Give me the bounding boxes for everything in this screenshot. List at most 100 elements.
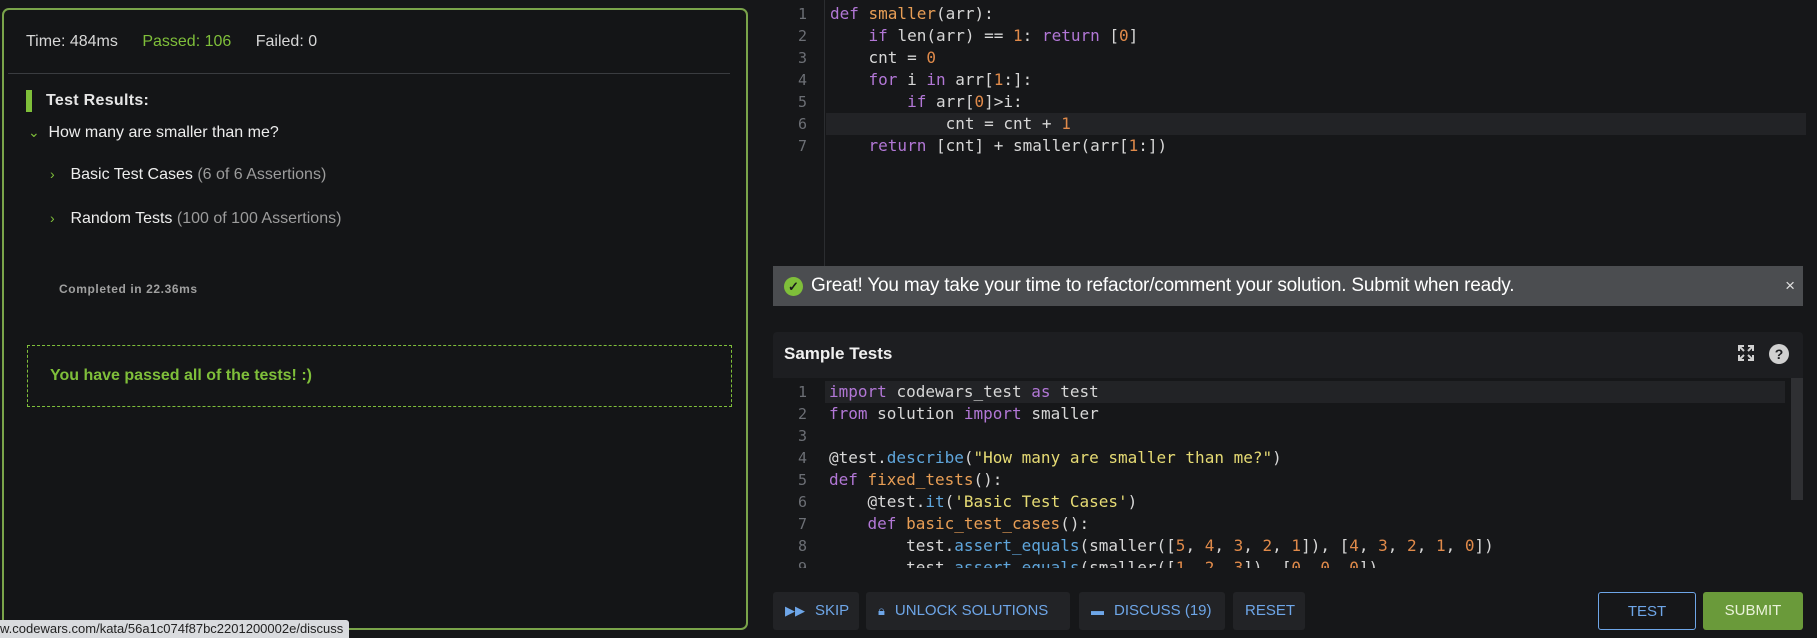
- lock-icon: 🔒︎: [878, 603, 885, 618]
- scrollbar[interactable]: [1791, 378, 1803, 500]
- code-token: def: [867, 514, 907, 533]
- code-token: len(arr) ==: [897, 26, 1014, 45]
- code-token: 3: [1233, 558, 1244, 568]
- code-token: 2: [1262, 536, 1273, 555]
- close-icon[interactable]: ×: [1785, 266, 1795, 306]
- code-token: 4: [1204, 536, 1215, 555]
- sample-tests-title: Sample Tests: [784, 344, 893, 363]
- success-banner: ✓ Great! You may take your time to refac…: [773, 266, 1803, 306]
- code-token: test.: [829, 536, 955, 555]
- code-line[interactable]: from solution import smaller: [829, 403, 1099, 425]
- code-token: if: [907, 92, 936, 111]
- code-line[interactable]: cnt = cnt + 1: [830, 113, 1071, 135]
- code-token: 1: [1128, 136, 1139, 155]
- test-button[interactable]: TEST: [1598, 592, 1696, 630]
- code-token: ,: [1214, 558, 1234, 568]
- code-token: ]): [1474, 536, 1494, 555]
- code-token: cnt = cnt +: [830, 114, 1062, 133]
- code-line[interactable]: def basic_test_cases():: [829, 513, 1090, 535]
- reset-button[interactable]: RESET: [1233, 592, 1305, 630]
- code-token: 5: [1175, 536, 1186, 555]
- code-token: @test.: [829, 492, 926, 511]
- results-title: Test Results:: [26, 90, 149, 112]
- code-line[interactable]: import codewars_test as test: [829, 381, 1099, 403]
- line-number: 4: [797, 71, 807, 89]
- code-token: 1: [1291, 536, 1302, 555]
- code-token: for: [868, 70, 908, 89]
- code-token: ,: [1214, 536, 1234, 555]
- code-line[interactable]: def smaller(arr):: [830, 3, 994, 25]
- code-token: ]>i:: [984, 92, 1023, 111]
- code-token: codewars_test: [896, 382, 1032, 401]
- code-line[interactable]: @test.describe("How many are smaller tha…: [829, 447, 1282, 469]
- code-token: ():: [1060, 514, 1090, 533]
- describe-group[interactable]: ⌄ How many are smaller than me?: [28, 124, 279, 142]
- code-token: return: [868, 136, 936, 155]
- code-token: def: [829, 470, 868, 489]
- code-token: 0: [926, 48, 936, 67]
- code-line[interactable]: @test.it('Basic Test Cases'): [829, 491, 1138, 513]
- code-token: ,: [1445, 536, 1465, 555]
- code-token: "How many are smaller than me?": [973, 448, 1273, 467]
- code-token: import: [963, 404, 1032, 423]
- describe-label: How many are smaller than me?: [48, 124, 279, 141]
- code-line[interactable]: cnt = 0: [830, 47, 936, 69]
- code-token: 1: [993, 70, 1004, 89]
- line-number: 2: [797, 27, 807, 45]
- sample-tests-editor[interactable]: 1 import codewars_test as test 2 from solut…: [773, 378, 1803, 568]
- code-token: ): [1272, 448, 1282, 467]
- code-line[interactable]: if len(arr) == 1: return [0]: [830, 25, 1139, 47]
- code-line[interactable]: return [cnt] + smaller(arr[1:]): [830, 135, 1168, 157]
- code-token: 0: [1119, 26, 1129, 45]
- code-token: 0: [974, 92, 985, 111]
- code-line[interactable]: if arr[0]>i:: [830, 91, 1023, 113]
- test-results-panel: Time: 484ms Passed: 106 Failed: 0 Test R…: [2, 8, 748, 630]
- reset-label: RESET: [1245, 602, 1296, 619]
- code-line[interactable]: def fixed_tests():: [829, 469, 1002, 491]
- code-token: ]: [1128, 26, 1139, 45]
- line-number: 3: [797, 427, 807, 445]
- code-token: cnt =: [830, 48, 927, 67]
- help-icon[interactable]: ?: [1769, 344, 1789, 364]
- line-number: 1: [797, 383, 807, 401]
- code-token: basic_test_cases: [906, 514, 1061, 533]
- code-token: 'Basic Test Cases': [954, 492, 1128, 511]
- sample-tests-panel: Sample Tests ? 1 import codewars_test as …: [773, 332, 1803, 568]
- expand-icon[interactable]: [1737, 344, 1755, 362]
- code-token: ,: [1185, 558, 1205, 568]
- code-line[interactable]: for i in arr[1:]:: [830, 69, 1033, 91]
- test-label: TEST: [1627, 603, 1667, 620]
- skip-button[interactable]: ▶▶ SKIP: [773, 592, 859, 630]
- discuss-button[interactable]: ▬ DISCUSS (19): [1079, 592, 1225, 630]
- code-token: import: [829, 382, 897, 401]
- code-token: :]:: [1003, 70, 1033, 89]
- code-line[interactable]: test.assert_equals(smaller([1, 2, 3]), […: [829, 557, 1378, 568]
- code-token: def: [830, 4, 869, 23]
- code-line[interactable]: test.assert_equals(smaller([5, 4, 3, 2, …: [829, 535, 1494, 557]
- code-token: ,: [1272, 536, 1292, 555]
- check-circle-icon: ✓: [784, 277, 803, 296]
- test-basic[interactable]: › Basic Test Cases (6 of 6 Assertions): [50, 166, 326, 184]
- code-token: test: [1060, 382, 1099, 401]
- code-token: (: [944, 492, 955, 511]
- submit-button[interactable]: SUBMIT: [1703, 592, 1803, 630]
- code-token: arr[: [935, 92, 975, 111]
- line-number: 5: [797, 471, 807, 489]
- code-token: (: [963, 448, 974, 467]
- code-token: ): [1127, 492, 1138, 511]
- code-token: assert_equals: [954, 558, 1080, 568]
- code-token: fixed_tests: [867, 470, 974, 489]
- code-token: solution: [877, 404, 964, 423]
- test-random[interactable]: › Random Tests (100 of 100 Assertions): [50, 210, 341, 228]
- code-token: if: [868, 26, 898, 45]
- forward-icon: ▶▶: [785, 603, 805, 618]
- unlock-solutions-button[interactable]: 🔒︎ UNLOCK SOLUTIONS: [866, 592, 1070, 630]
- code-token: (smaller([: [1079, 558, 1176, 568]
- gutter-divider: [824, 0, 825, 266]
- line-number: 1: [797, 5, 807, 23]
- code-token: (arr):: [935, 4, 994, 23]
